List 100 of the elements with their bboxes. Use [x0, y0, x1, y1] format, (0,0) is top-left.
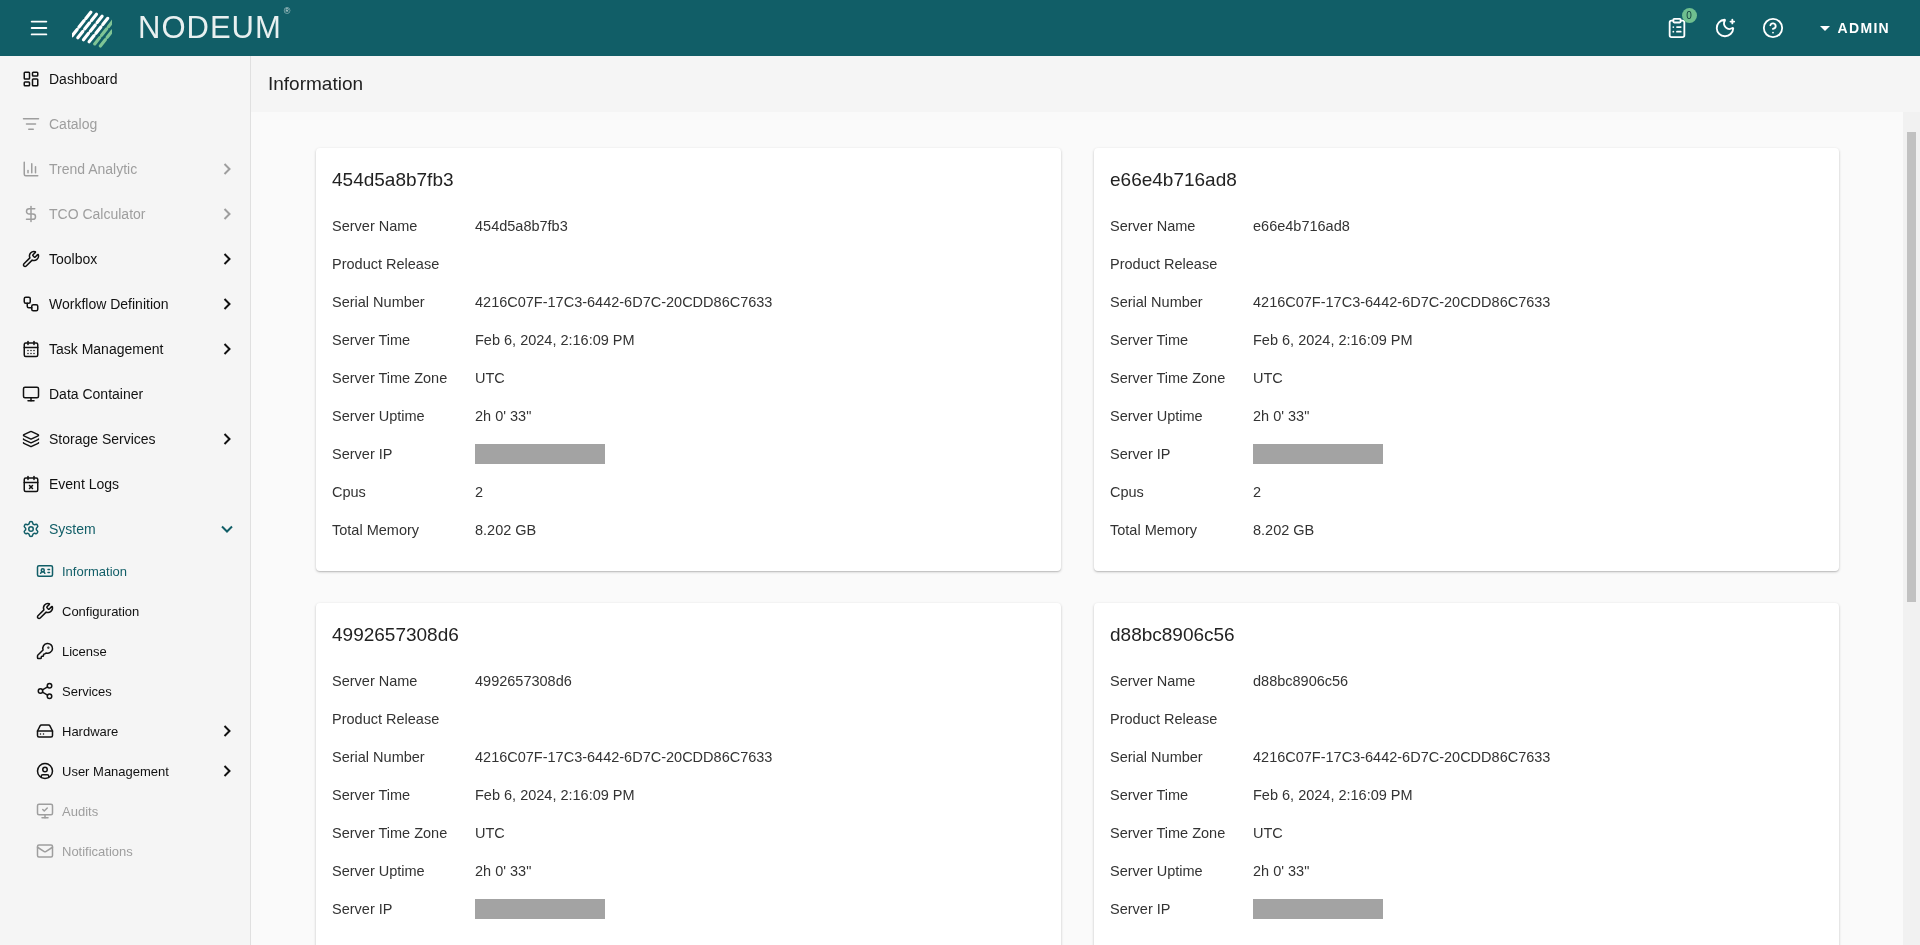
field-label: Product Release [332, 256, 441, 272]
user-circle-icon [36, 762, 54, 780]
field-label: Total Memory [1110, 522, 1199, 538]
monitor-icon [22, 384, 40, 403]
chevron-right-icon [223, 207, 231, 220]
field-label: Cpus [1110, 484, 1145, 500]
field-value: 2 [1253, 484, 1262, 500]
field-label: Server Time Zone [1110, 370, 1227, 386]
logo-icon [72, 8, 112, 48]
field-label: Serial Number [1110, 294, 1204, 310]
workflow-icon [22, 294, 40, 313]
field-label: Server IP [332, 901, 394, 917]
field-value: UTC [1253, 825, 1283, 841]
sidebar-item[interactable]: Task Management [0, 326, 250, 371]
sidebar-subitem[interactable]: Hardware [0, 711, 250, 751]
field-label: Server Time [1110, 332, 1190, 348]
sidebar-item[interactable]: Workflow Definition [0, 281, 250, 326]
field-value: 454d5a8b7fb3 [475, 218, 568, 234]
field-label: Server Name [332, 218, 419, 234]
field-label: Server Name [1110, 673, 1197, 689]
field-value: 4216C07F-17C3-6442-6D7C-20CDD86C7633 [1253, 294, 1551, 310]
chevron-right-icon [223, 765, 231, 777]
chevron-right-icon [223, 297, 231, 310]
field-value: Feb 6, 2024, 2:16:09 PM [1253, 787, 1413, 803]
theme-button[interactable] [1713, 17, 1736, 39]
field-label: Server Time [1110, 787, 1190, 803]
field-label: Server Uptime [332, 408, 426, 424]
sidebar-item[interactable]: Event Logs [0, 461, 250, 506]
field-value: UTC [1253, 370, 1283, 386]
field-label: Product Release [332, 711, 441, 727]
field-label: Server Time [332, 332, 412, 348]
card-title: e66e4b716ad8 [1110, 168, 1238, 192]
bar-chart-icon [22, 159, 40, 178]
field-label: Server Time Zone [332, 370, 449, 386]
field-label: Serial Number [332, 294, 426, 310]
field-value: e66e4b716ad8 [1253, 218, 1350, 234]
hardware-icon [36, 722, 54, 740]
field-label: Server Uptime [1110, 408, 1204, 424]
sidebar-item[interactable]: Data Container [0, 371, 250, 416]
field-label: Server Name [332, 673, 419, 689]
field-value: 8.202 GB [1253, 522, 1315, 538]
chevron-right-icon [223, 342, 231, 355]
field-label: Product Release [1110, 256, 1219, 272]
dashboard-icon [22, 69, 40, 88]
field-label: Server Time Zone [332, 825, 449, 841]
field-label: Serial Number [332, 749, 426, 765]
settings-icon [22, 519, 40, 538]
sidebar-item[interactable]: Dashboard [0, 56, 250, 101]
chevron-right-icon [223, 162, 231, 175]
chevron-right-icon [223, 252, 231, 265]
chevron-down-icon [221, 524, 233, 533]
field-value: UTC [475, 825, 505, 841]
field-value: UTC [475, 370, 505, 386]
sidebar-subitem[interactable]: Services [0, 671, 250, 711]
tools-icon [22, 249, 40, 268]
field-label: Server Uptime [332, 863, 426, 879]
tasks-button[interactable]: 0 [1665, 8, 1697, 39]
field-label: Server Uptime [1110, 863, 1204, 879]
field-value: Feb 6, 2024, 2:16:09 PM [475, 332, 635, 348]
field-label: Server IP [332, 446, 394, 462]
help-button[interactable] [1761, 17, 1784, 39]
field-label: Total Memory [332, 522, 421, 538]
field-value: 2 [475, 484, 484, 500]
count-badge: 0 [1681, 8, 1697, 23]
field-value: 2h 0' 33" [1253, 863, 1310, 879]
field-value: Feb 6, 2024, 2:16:09 PM [475, 787, 635, 803]
calendar-icon [22, 339, 40, 358]
field-value: 2h 0' 33" [475, 863, 532, 879]
sidebar-item[interactable]: Toolbox [0, 236, 250, 281]
field-label: Product Release [1110, 711, 1219, 727]
sidebar-item[interactable]: Storage Services [0, 416, 250, 461]
sidebar-subitem[interactable]: User Management [0, 751, 250, 791]
card-title: 4992657308d6 [332, 623, 460, 647]
field-label: Server IP [1110, 446, 1172, 462]
field-value: d88bc8906c56 [1253, 673, 1349, 689]
field-value: 8.202 GB [475, 522, 537, 538]
scrollbar[interactable] [1903, 112, 1920, 945]
caret-icon [1819, 25, 1830, 31]
field-label: Server IP [1110, 901, 1172, 917]
field-value: 4216C07F-17C3-6442-6D7C-20CDD86C7633 [475, 294, 773, 310]
sidebar-subitem[interactable]: Configuration [0, 591, 250, 631]
field-value: 4992657308d6 [475, 673, 572, 689]
field-label: Cpus [332, 484, 367, 500]
card-title: 454d5a8b7fb3 [332, 168, 455, 192]
layers-icon [22, 429, 40, 448]
network-icon [36, 682, 54, 700]
field-label: Server Name [1110, 218, 1197, 234]
sidebar-subitem[interactable]: License [0, 631, 250, 671]
page-title: Information [268, 73, 364, 95]
field-value: 2h 0' 33" [475, 408, 532, 424]
field-value: 2h 0' 33" [1253, 408, 1310, 424]
field-value: Feb 6, 2024, 2:16:09 PM [1253, 332, 1413, 348]
mail-icon [36, 842, 54, 860]
user-menu-button[interactable]: ADMIN [1813, 19, 1896, 37]
card-title: d88bc8906c56 [1110, 623, 1236, 647]
chevron-right-icon [223, 725, 231, 737]
sidebar-subitem[interactable]: Information [0, 551, 250, 591]
field-label: Server Time Zone [1110, 825, 1227, 841]
field-label: Server Time [332, 787, 412, 803]
sidebar-item[interactable]: System [0, 506, 250, 551]
